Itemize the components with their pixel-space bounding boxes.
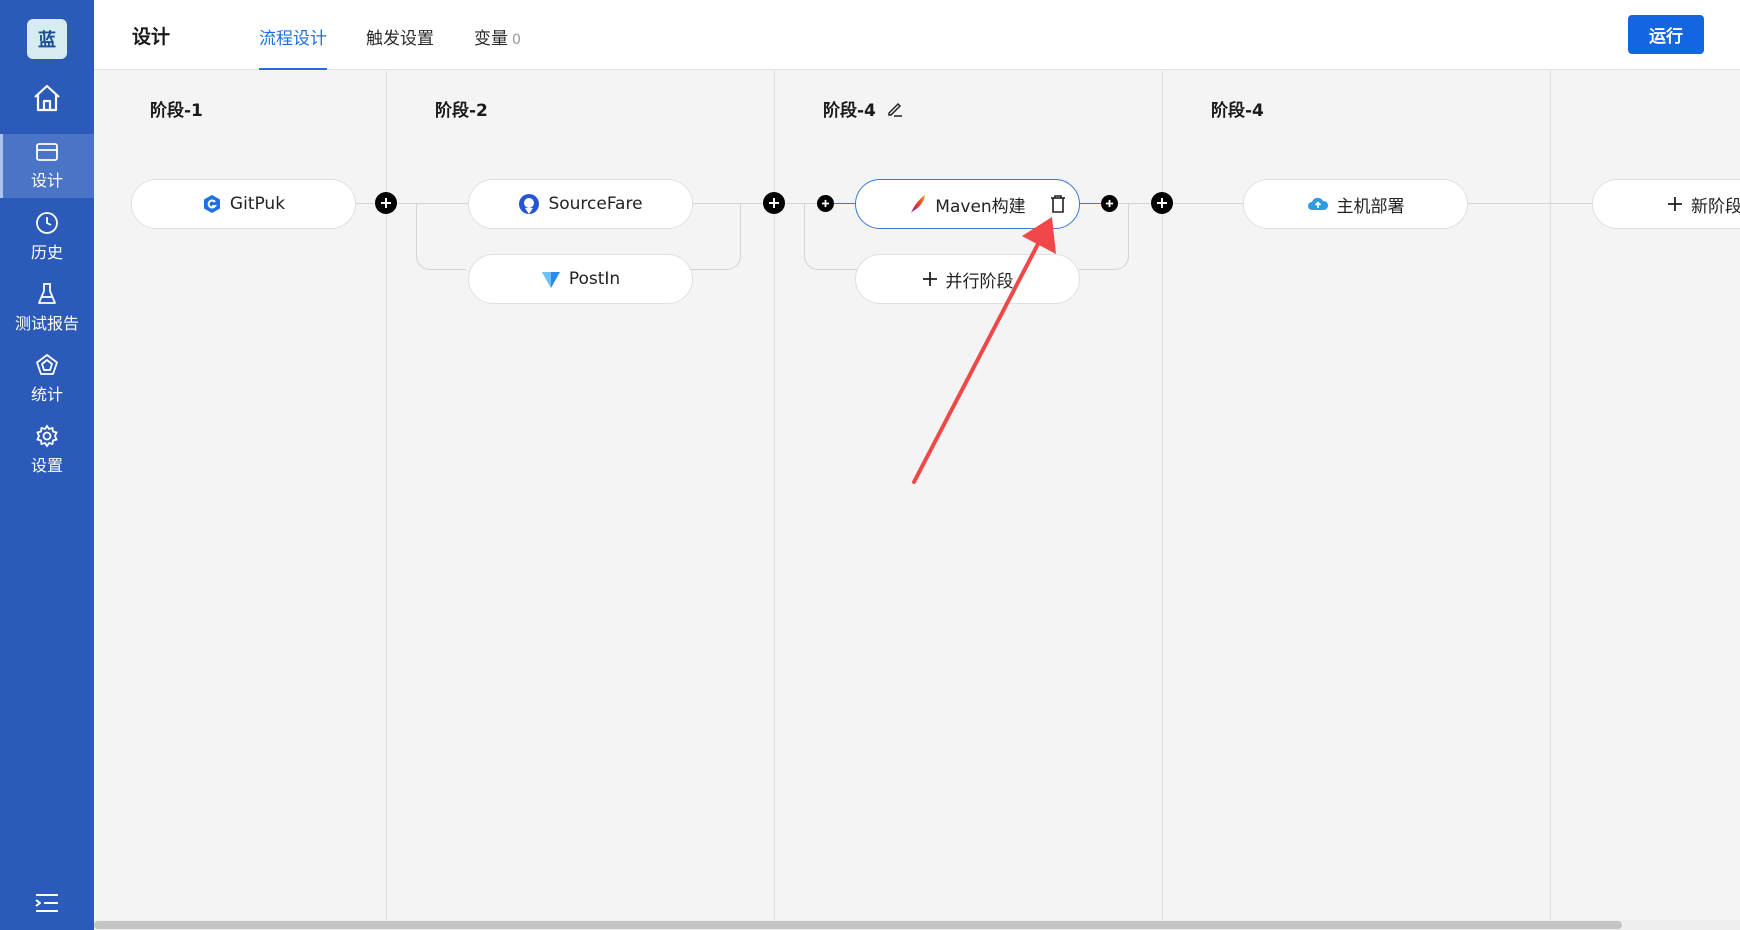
stage-divider (1550, 71, 1551, 920)
add-stage-button[interactable] (1151, 192, 1173, 214)
variables-count-badge: 0 (512, 32, 521, 48)
sidebar-item-label: 设计 (30, 171, 63, 190)
sidebar-item-label: 设置 (30, 456, 63, 475)
sidebar-item-settings[interactable]: 设置 (0, 418, 94, 482)
tab-trigger-settings[interactable]: 触发设置 (366, 24, 434, 70)
plus-icon (1105, 199, 1114, 208)
branch-connector (1079, 203, 1129, 270)
plus-icon (821, 199, 830, 208)
sidebar-item-label: 历史 (30, 243, 63, 262)
task-name: SourceFare (548, 194, 643, 214)
pentagon-chart-icon (36, 354, 58, 375)
add-parallel-label: 并行阶段 (945, 271, 1014, 292)
new-stage-label: 新阶段 (1691, 196, 1740, 217)
scrollbar-thumb[interactable] (94, 921, 1622, 929)
task-node-postin[interactable]: PostIn (468, 254, 693, 304)
add-task-before-button[interactable] (817, 195, 834, 212)
postin-icon (541, 272, 560, 288)
stage-title: 阶段-2 (435, 96, 488, 121)
plus-icon (769, 198, 779, 208)
branch-connector (804, 203, 864, 270)
connector-line (1114, 203, 1264, 204)
home-button[interactable] (0, 72, 94, 124)
flask-icon (38, 283, 56, 304)
sidebar-item-design[interactable]: 设计 (0, 134, 94, 198)
page-title: 设计 (132, 26, 171, 48)
header: 设计 流程设计 触发设置 变量 0 运行 (94, 0, 1740, 70)
gitpuk-icon (203, 195, 220, 213)
sidebar-item-label: 统计 (30, 385, 63, 404)
add-new-stage-button[interactable]: 新阶段 (1592, 179, 1740, 229)
tab-pipeline-design[interactable]: 流程设计 (259, 24, 327, 70)
clock-icon (36, 212, 58, 234)
task-name: 主机部署 (1336, 196, 1405, 217)
stage-title: 阶段-1 (150, 96, 203, 121)
sidebar-item-history[interactable]: 历史 (0, 205, 94, 269)
stage-title: 阶段-4 (823, 96, 904, 121)
collapse-sidebar-button[interactable] (33, 892, 61, 918)
horizontal-scrollbar[interactable] (94, 920, 1740, 930)
add-stage-button[interactable] (375, 192, 397, 214)
sidebar: 蓝 设计 历史 测试报告 统计 设置 (0, 0, 94, 930)
task-node-host-deploy[interactable]: 主机部署 (1243, 179, 1468, 229)
task-name: GitPuk (229, 194, 286, 214)
app-logo[interactable]: 蓝 (27, 19, 67, 59)
run-button[interactable]: 运行 (1628, 15, 1704, 54)
plus-icon (1157, 198, 1167, 208)
sidebar-item-test-report[interactable]: 测试报告 (0, 276, 94, 340)
add-task-after-button[interactable] (1101, 195, 1118, 212)
sidebar-item-label: 测试报告 (14, 314, 79, 333)
collapse-menu-icon (35, 894, 58, 912)
gear-icon (36, 424, 58, 448)
plus-icon (1668, 197, 1682, 211)
task-node-maven[interactable]: Maven构建 (855, 179, 1080, 229)
sidebar-item-statistics[interactable]: 统计 (0, 347, 94, 411)
plus-icon (922, 272, 937, 286)
design-card-icon (36, 143, 58, 161)
task-node-gitpuk[interactable]: GitPuk (131, 179, 356, 229)
branch-connector (691, 203, 741, 270)
add-parallel-stage-button[interactable]: 并行阶段 (855, 254, 1080, 304)
stage-title: 阶段-4 (1211, 96, 1264, 121)
pipeline-canvas: 阶段-1 阶段-2 阶段-4 阶段-4 GitPuk SourceFare Po… (94, 71, 1740, 920)
task-name: Maven构建 (935, 196, 1026, 217)
tab-variables[interactable]: 变量 0 (474, 24, 521, 70)
add-stage-button[interactable] (763, 192, 785, 214)
stage-title-text: 阶段-4 (1211, 101, 1264, 121)
maven-feather-icon (911, 195, 926, 213)
task-node-sourcefare[interactable]: SourceFare (468, 179, 693, 229)
cloud-deploy-icon (1307, 197, 1328, 210)
tab-variables-label: 变量 (474, 29, 508, 49)
stage-title-text: 阶段-1 (150, 101, 203, 121)
stage-title-text: 阶段-2 (435, 101, 488, 121)
trash-icon[interactable] (1049, 194, 1067, 214)
sourcefare-icon (519, 194, 540, 214)
task-name: PostIn (568, 269, 621, 289)
home-icon (34, 84, 60, 112)
edit-pencil-icon[interactable] (886, 100, 904, 118)
plus-icon (381, 198, 391, 208)
stage-title-text: 阶段-4 (823, 101, 876, 121)
branch-connector (416, 203, 466, 270)
